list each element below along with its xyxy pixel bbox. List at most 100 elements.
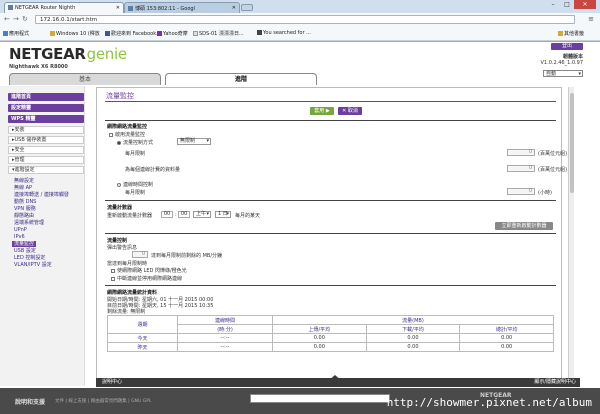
- sidebar-link-wireless-ap[interactable]: 無線 AP: [14, 185, 32, 191]
- bookmark-facebook[interactable]: 歡迎來到 Facebook...: [105, 30, 161, 37]
- bookmarks-bar: 應用程式 Windows 10 (釋放 歡迎來到 Facebook... Yah…: [0, 26, 600, 41]
- address-bar[interactable]: 172.16.0.1/start.htm: [35, 15, 575, 24]
- time-limit-label: 每月限制: [125, 190, 146, 196]
- sidebar-link-traffic-meter[interactable]: 流量監控: [12, 241, 37, 247]
- apply-button[interactable]: 套用 ▶: [310, 107, 334, 115]
- logout-button[interactable]: 登出: [551, 43, 583, 50]
- sidebar-link-usb-settings[interactable]: USB 設定: [14, 248, 36, 254]
- cancel-button[interactable]: ✕ 取消: [338, 107, 362, 115]
- sidebar-link-vlan-iptv[interactable]: VLAN/IPTV 設定: [14, 262, 52, 268]
- limit-volume-row: 流量控制方式: [117, 139, 153, 146]
- time-limit-unit: (小時): [538, 190, 552, 196]
- section-divider: [105, 285, 556, 286]
- monthly-limit-unit: (百萬位元組): [538, 151, 567, 157]
- router-model: Nighthawk X6 R8000: [9, 64, 68, 70]
- disconnect-row: 中斷連線並停用網際網路連線: [111, 275, 182, 282]
- close-window-icon[interactable]: ✕: [574, 0, 596, 9]
- content-scrollbar[interactable]: [568, 87, 574, 380]
- bookmark-apps[interactable]: 應用程式: [3, 30, 29, 37]
- sidebar-item-setup-wizard[interactable]: 設定精靈: [8, 104, 84, 112]
- bookmark-others[interactable]: 其他書籤: [558, 30, 584, 37]
- colon-separator: :: [175, 212, 177, 218]
- col-volume-header: 流量(MB): [272, 315, 554, 325]
- sidebar-link-led-control[interactable]: LED 控制設定: [14, 255, 45, 261]
- restart-day-select[interactable]: 1 日: [215, 211, 231, 218]
- popup-warning-input[interactable]: 0: [132, 251, 148, 258]
- sidebar-item-administration[interactable]: ▸管理: [8, 156, 84, 164]
- stats-remaining: 剩餘流量: 無限制: [107, 309, 146, 315]
- browser-tab-strip: NETGEAR Router Nighth ✕ 博碩 153:802:11 - …: [0, 0, 600, 13]
- disconnect-checkbox[interactable]: [111, 277, 115, 281]
- col-conn-unit-header: (時:分): [177, 324, 273, 334]
- scrollbar-thumb[interactable]: [570, 93, 574, 193]
- connection-time-radio[interactable]: [117, 183, 121, 187]
- close-tab-icon[interactable]: ✕: [232, 5, 236, 11]
- monthly-limit-input[interactable]: 0: [507, 149, 535, 156]
- sidebar-item-security[interactable]: ▸安全: [8, 146, 84, 154]
- browser-tab-google[interactable]: 博碩 153:802:11 - Googl ✕: [124, 2, 240, 13]
- col-download-header: 下載/平均: [365, 324, 461, 334]
- minimize-icon[interactable]: –: [546, 0, 560, 9]
- limit-type-select[interactable]: 無限制: [177, 138, 211, 145]
- row-download: 0.00: [365, 333, 461, 343]
- toggle-help-center[interactable]: 顯示/隱藏說明中心: [534, 378, 576, 387]
- enable-meter-checkbox[interactable]: [109, 133, 113, 137]
- time-limit-input[interactable]: 0: [507, 188, 535, 195]
- sidebar-item-wps-wizard[interactable]: WPS 精靈: [8, 115, 84, 123]
- limit-volume-radio[interactable]: [117, 141, 121, 145]
- round-up-input[interactable]: 0: [507, 165, 535, 172]
- maximize-icon[interactable]: □: [560, 0, 574, 9]
- stats-section-title: 網際網路流量統計資料: [107, 290, 158, 296]
- ampm-select[interactable]: 上午: [193, 211, 211, 218]
- bookmark-search[interactable]: You searched for ...: [257, 30, 311, 36]
- restart-minute-input[interactable]: 00: [178, 211, 190, 218]
- sidebar-link-remote-management[interactable]: 遠端系統管理: [14, 220, 44, 226]
- browser-tab-router[interactable]: NETGEAR Router Nighth ✕: [4, 2, 124, 13]
- sidebar-link-upnp[interactable]: UPnP: [14, 227, 27, 233]
- row-download: 0.00: [365, 342, 461, 352]
- tab-advanced[interactable]: 進階: [165, 73, 317, 85]
- new-tab-button[interactable]: [241, 4, 253, 11]
- led-blink-checkbox[interactable]: [111, 269, 115, 273]
- window-controls: – □ ✕: [546, 0, 596, 10]
- sidebar-link-static-routes[interactable]: 靜態路由: [14, 213, 34, 219]
- close-tab-icon[interactable]: ✕: [116, 5, 120, 11]
- table-row: 昨天 --:-- 0.00 0.00 0.00: [107, 342, 554, 352]
- browser-menu-icon[interactable]: ≡: [588, 15, 594, 23]
- forward-icon[interactable]: →: [13, 15, 19, 23]
- sidebar-link-dynamic-dns[interactable]: 動態 DNS: [14, 199, 36, 205]
- bookmark-windows10[interactable]: Windows 10 (釋放: [50, 30, 100, 37]
- sidebar-item-advanced-setup[interactable]: ▾進階設定: [8, 166, 84, 174]
- sidebar-link-wireless[interactable]: 無線設定: [14, 178, 34, 184]
- connection-time-row: 連線時間控制: [117, 181, 153, 188]
- back-icon[interactable]: ←: [4, 15, 10, 23]
- restart-counter-button[interactable]: 立即重新啟動計數器: [495, 222, 553, 230]
- row-total: 0.00: [459, 333, 554, 343]
- sidebar-item-usb-storage[interactable]: ▸USB 儲存裝置: [8, 136, 84, 144]
- help-center-label[interactable]: 說明中心: [102, 378, 122, 387]
- footer: 說明和支援 文件 | 線上支援 | 路由器常見問題集 | GNU GPL NET…: [0, 388, 600, 414]
- sidebar-item-advanced-home[interactable]: 進階首頁: [8, 93, 84, 101]
- enable-meter-row: 啟用流量監控: [109, 131, 145, 138]
- round-up-unit: (百萬位元組): [538, 167, 567, 173]
- sidebar-link-vpn[interactable]: VPN 服務: [14, 206, 36, 212]
- album-watermark: http://showmer.pixnet.net/album: [386, 396, 592, 409]
- sidebar-link-ipv6[interactable]: IPv6: [14, 234, 25, 240]
- popup-warning-text: 達到每月限制前剩餘的 MB/分鐘: [151, 253, 223, 259]
- sidebar-link-port-forwarding[interactable]: 連接埠轉送 / 連接埠觸發: [14, 192, 69, 198]
- reload-icon[interactable]: ↻: [22, 15, 28, 23]
- tab-basic[interactable]: 基本: [9, 73, 161, 85]
- bookmark-sds01[interactable]: SDS-01 漂漂漂日...: [193, 30, 244, 37]
- row-period: 今天: [107, 333, 178, 343]
- facebook-icon: [105, 31, 110, 36]
- bookmark-yahoo[interactable]: Yahoo奇摩: [157, 30, 188, 37]
- help-center-bar[interactable]: 說明中心 顯示/隱藏說明中心: [96, 375, 580, 387]
- col-total-header: 總計/平均: [459, 324, 554, 334]
- sidebar-item-setup[interactable]: ▸安裝: [8, 126, 84, 134]
- restart-hour-input[interactable]: 00: [161, 211, 173, 218]
- yahoo-icon: [157, 31, 162, 36]
- stats-table: 週期 連線時間 流量(MB) (時:分) 上傳/平均 下載/平均 總計/平均 今…: [107, 315, 554, 352]
- footer-links[interactable]: 文件 | 線上支援 | 路由器常見問題集 | GNU GPL: [55, 398, 151, 404]
- footer-search-input[interactable]: [250, 394, 390, 403]
- led-blink-row: 使網際網路 LED 閃爍綠/橙色光: [111, 267, 187, 274]
